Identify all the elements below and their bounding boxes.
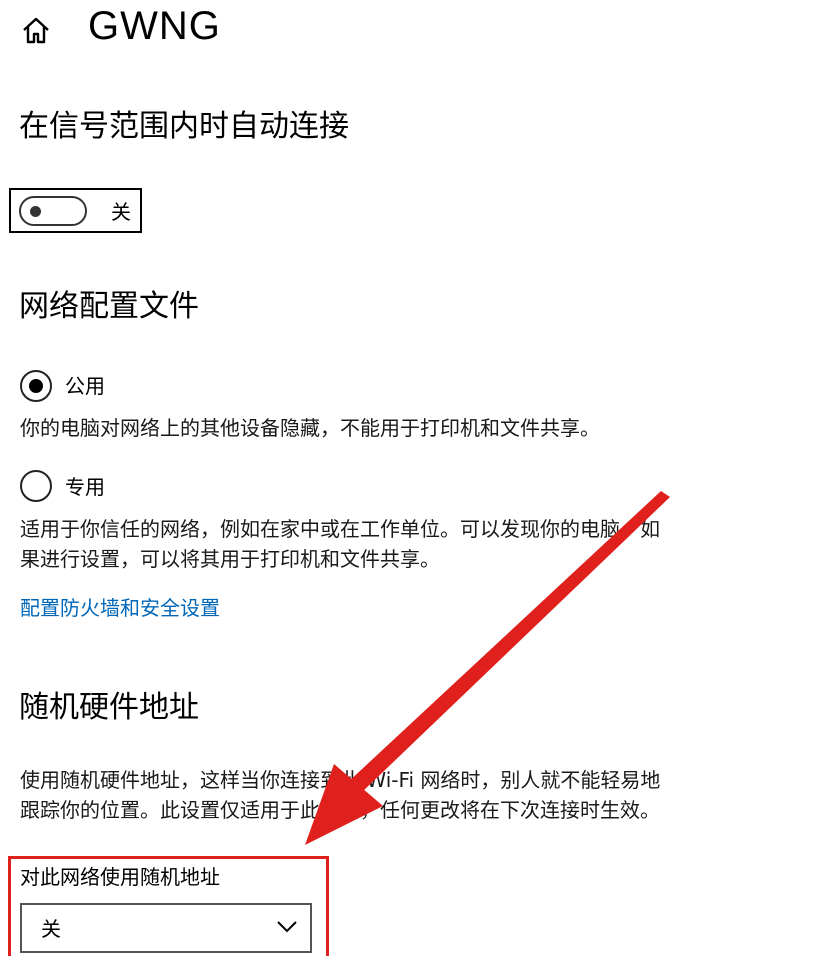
firewall-settings-link[interactable]: 配置防火墙和安全设置	[20, 593, 220, 623]
radio-selected-dot	[29, 379, 43, 393]
page-title: GWNG	[88, 4, 221, 48]
radio-public[interactable]	[20, 370, 52, 402]
public-description: 你的电脑对网络上的其他设备隐藏，不能用于打印机和文件共享。	[20, 416, 600, 440]
home-icon[interactable]	[20, 14, 52, 46]
random-address-dropdown[interactable]: 关	[20, 903, 312, 953]
auto-connect-toggle[interactable]	[19, 196, 87, 226]
network-profile-heading: 网络配置文件	[19, 289, 199, 324]
auto-connect-heading: 在信号范围内时自动连接	[19, 109, 349, 144]
random-hw-description-line2: 跟踪你的位置。此设置仅适用于此网络，任何更改将在下次连接时生效。	[20, 798, 660, 822]
dropdown-selected-value: 关	[41, 917, 61, 941]
toggle-state-label: 关	[111, 200, 131, 224]
random-hw-description-line1: 使用随机硬件地址，这样当你连接到此 Wi-Fi 网络时，别人就不能轻易地	[20, 768, 661, 792]
private-description-line2: 果进行设置，可以将其用于打印机和文件共享。	[20, 547, 440, 571]
chevron-down-icon	[276, 919, 298, 933]
private-description-line1: 适用于你信任的网络，例如在家中或在工作单位。可以发现你的电脑，如	[20, 517, 660, 541]
radio-public-label[interactable]: 公用	[65, 372, 105, 400]
random-address-dropdown-label: 对此网络使用随机地址	[20, 865, 220, 889]
toggle-knob	[30, 206, 41, 217]
radio-private-label[interactable]: 专用	[65, 473, 105, 501]
random-hw-heading: 随机硬件地址	[19, 690, 199, 725]
radio-private[interactable]	[20, 470, 52, 502]
